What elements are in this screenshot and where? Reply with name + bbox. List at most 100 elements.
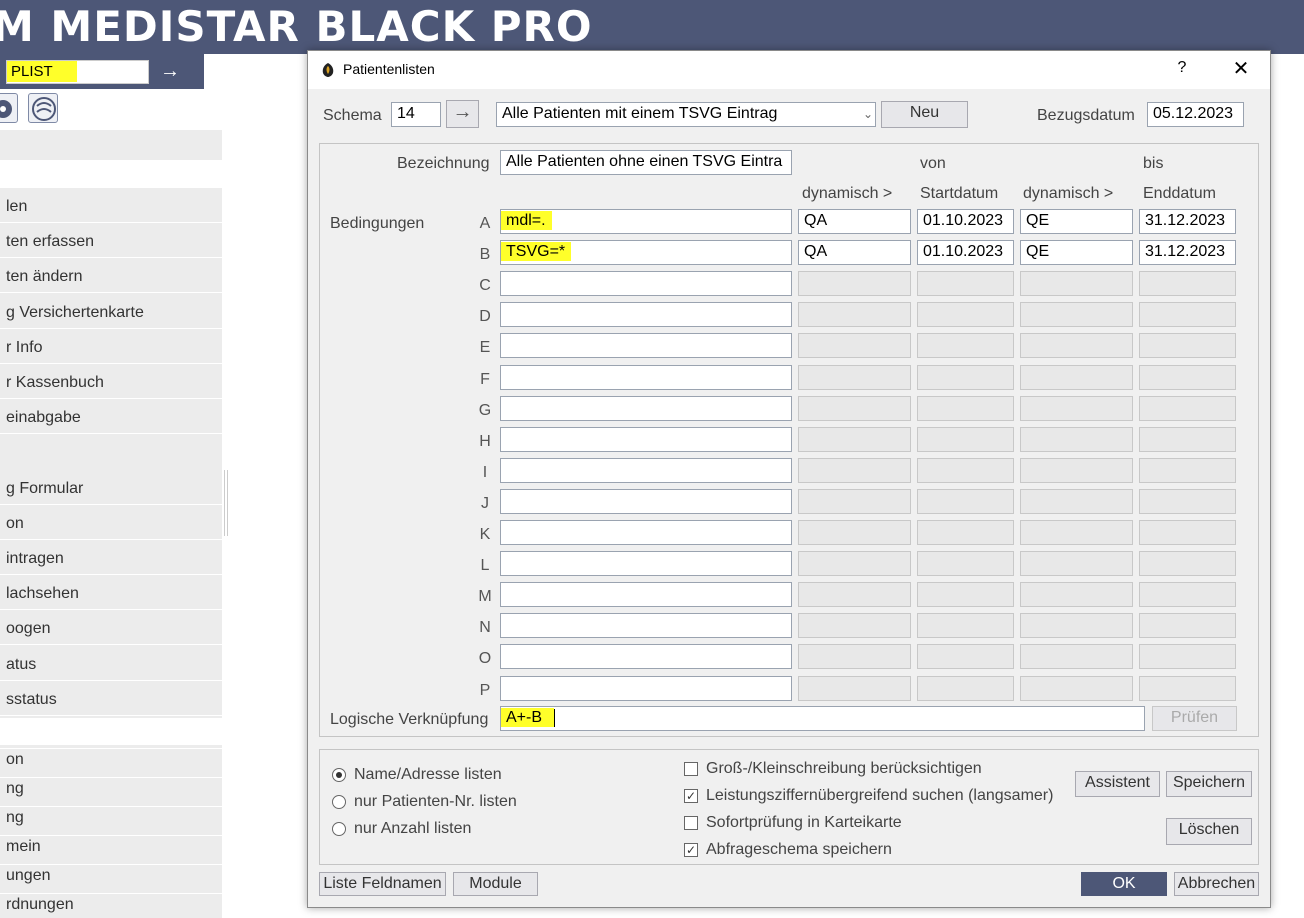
command-input[interactable]: PLIST	[6, 60, 149, 84]
dynamic-end-field[interactable]: QE	[1020, 240, 1133, 265]
condition-field[interactable]	[500, 271, 792, 296]
start-date-field[interactable]	[917, 427, 1014, 452]
dynamic-start-field[interactable]: QA	[798, 209, 911, 234]
check-button[interactable]: Prüfen	[1152, 706, 1237, 731]
start-date-field[interactable]: 01.10.2023	[917, 209, 1014, 234]
start-date-field[interactable]	[917, 302, 1014, 327]
condition-field[interactable]: mdl=.	[500, 209, 792, 234]
dynamic-start-field[interactable]	[798, 582, 911, 607]
sidebar-item[interactable]: oogen	[6, 620, 51, 638]
arrow-right-icon[interactable]: →	[152, 60, 188, 84]
dynamic-end-field[interactable]	[1020, 489, 1133, 514]
dynamic-start-field[interactable]	[798, 427, 911, 452]
start-date-field[interactable]	[917, 489, 1014, 514]
condition-field[interactable]	[500, 613, 792, 638]
condition-field[interactable]	[500, 676, 792, 701]
output-mode-label[interactable]: nur Patienten-Nr. listen	[354, 793, 517, 811]
end-date-field[interactable]	[1139, 458, 1236, 483]
schema-select[interactable]: Alle Patienten mit einem TSVG Eintrag ⌄	[496, 102, 876, 127]
dynamic-start-field[interactable]	[798, 365, 911, 390]
dynamic-start-field[interactable]	[798, 302, 911, 327]
disc-icon[interactable]	[0, 93, 18, 123]
sidebar-item[interactable]: sstatus	[6, 691, 57, 709]
dynamic-start-field[interactable]	[798, 520, 911, 545]
help-button[interactable]: ?	[1170, 59, 1194, 81]
condition-field[interactable]	[500, 427, 792, 452]
checkbox-checked[interactable]: ✓	[684, 843, 698, 857]
sidebar-item[interactable]: ng	[6, 780, 24, 798]
condition-field[interactable]	[500, 396, 792, 421]
output-mode-radio[interactable]	[332, 795, 346, 809]
sidebar-item[interactable]: mein	[6, 838, 41, 856]
start-date-field[interactable]	[917, 271, 1014, 296]
dynamic-end-field[interactable]	[1020, 644, 1133, 669]
dynamic-end-field[interactable]	[1020, 302, 1133, 327]
sidebar-item[interactable]: ten ändern	[6, 268, 83, 286]
dynamic-start-field[interactable]	[798, 551, 911, 576]
save-button[interactable]: Speichern	[1166, 771, 1252, 797]
sidebar-item[interactable]: lachsehen	[6, 585, 79, 603]
checkbox-checked[interactable]: ✓	[684, 789, 698, 803]
ok-button[interactable]: OK	[1081, 872, 1167, 896]
dynamic-start-field[interactable]	[798, 396, 911, 421]
end-date-field[interactable]	[1139, 427, 1236, 452]
sidebar-item[interactable]: rdnungen	[6, 896, 74, 914]
schema-number-field[interactable]: 14	[391, 102, 441, 127]
condition-field[interactable]	[500, 489, 792, 514]
end-date-field[interactable]	[1139, 333, 1236, 358]
dynamic-end-field[interactable]	[1020, 396, 1133, 421]
condition-field[interactable]	[500, 302, 792, 327]
sidebar-item[interactable]: r Info	[6, 339, 42, 357]
designation-field[interactable]: Alle Patienten ohne einen TSVG Eintra	[500, 150, 792, 175]
output-mode-label[interactable]: Name/Adresse listen	[354, 766, 502, 784]
start-date-field[interactable]	[917, 520, 1014, 545]
end-date-field[interactable]	[1139, 551, 1236, 576]
modules-button[interactable]: Module	[453, 872, 538, 896]
condition-field[interactable]	[500, 520, 792, 545]
start-date-field[interactable]	[917, 551, 1014, 576]
end-date-field[interactable]	[1139, 489, 1236, 514]
schema-go-button[interactable]: →	[446, 100, 479, 128]
option-label[interactable]: Groß-/Kleinschreibung berücksichtigen	[706, 760, 982, 778]
sidebar-item[interactable]: ungen	[6, 867, 51, 885]
new-button[interactable]: Neu	[881, 101, 968, 128]
dynamic-start-field[interactable]	[798, 676, 911, 701]
output-mode-radio[interactable]	[332, 768, 346, 782]
start-date-field[interactable]	[917, 365, 1014, 390]
checkbox[interactable]	[684, 762, 698, 776]
end-date-field[interactable]	[1139, 676, 1236, 701]
start-date-field[interactable]	[917, 333, 1014, 358]
close-icon[interactable]: ✕	[1224, 57, 1258, 83]
dynamic-start-field[interactable]	[798, 489, 911, 514]
condition-field[interactable]	[500, 365, 792, 390]
field-names-button[interactable]: Liste Feldnamen	[319, 872, 446, 896]
delete-button[interactable]: Löschen	[1166, 818, 1252, 845]
sidebar-item[interactable]: einabgabe	[6, 409, 81, 427]
dynamic-start-field[interactable]	[798, 271, 911, 296]
sidebar-item[interactable]: atus	[6, 656, 36, 674]
option-label[interactable]: Sofortprüfung in Karteikarte	[706, 814, 902, 832]
logic-field[interactable]: A+-B	[500, 706, 1145, 731]
end-date-field[interactable]	[1139, 582, 1236, 607]
end-date-field[interactable]	[1139, 302, 1236, 327]
wave-icon[interactable]	[28, 93, 58, 123]
dynamic-end-field[interactable]	[1020, 365, 1133, 390]
end-date-field[interactable]	[1139, 520, 1236, 545]
dynamic-start-field[interactable]	[798, 644, 911, 669]
sidebar-item[interactable]: intragen	[6, 550, 64, 568]
start-date-field[interactable]	[917, 582, 1014, 607]
output-mode-label[interactable]: nur Anzahl listen	[354, 820, 471, 838]
sidebar-item[interactable]: on	[6, 751, 24, 769]
dynamic-end-field[interactable]	[1020, 613, 1133, 638]
condition-field[interactable]: TSVG=*	[500, 240, 792, 265]
sidebar-item[interactable]: len	[6, 198, 27, 216]
condition-field[interactable]	[500, 582, 792, 607]
end-date-field[interactable]: 31.12.2023	[1139, 209, 1236, 234]
option-label[interactable]: Leistungsziffernübergreifend suchen (lan…	[706, 787, 1053, 805]
sidebar-item[interactable]: on	[6, 515, 24, 533]
sidebar-item[interactable]: ten erfassen	[6, 233, 94, 251]
end-date-field[interactable]	[1139, 365, 1236, 390]
start-date-field[interactable]	[917, 396, 1014, 421]
start-date-field[interactable]	[917, 644, 1014, 669]
condition-field[interactable]	[500, 551, 792, 576]
